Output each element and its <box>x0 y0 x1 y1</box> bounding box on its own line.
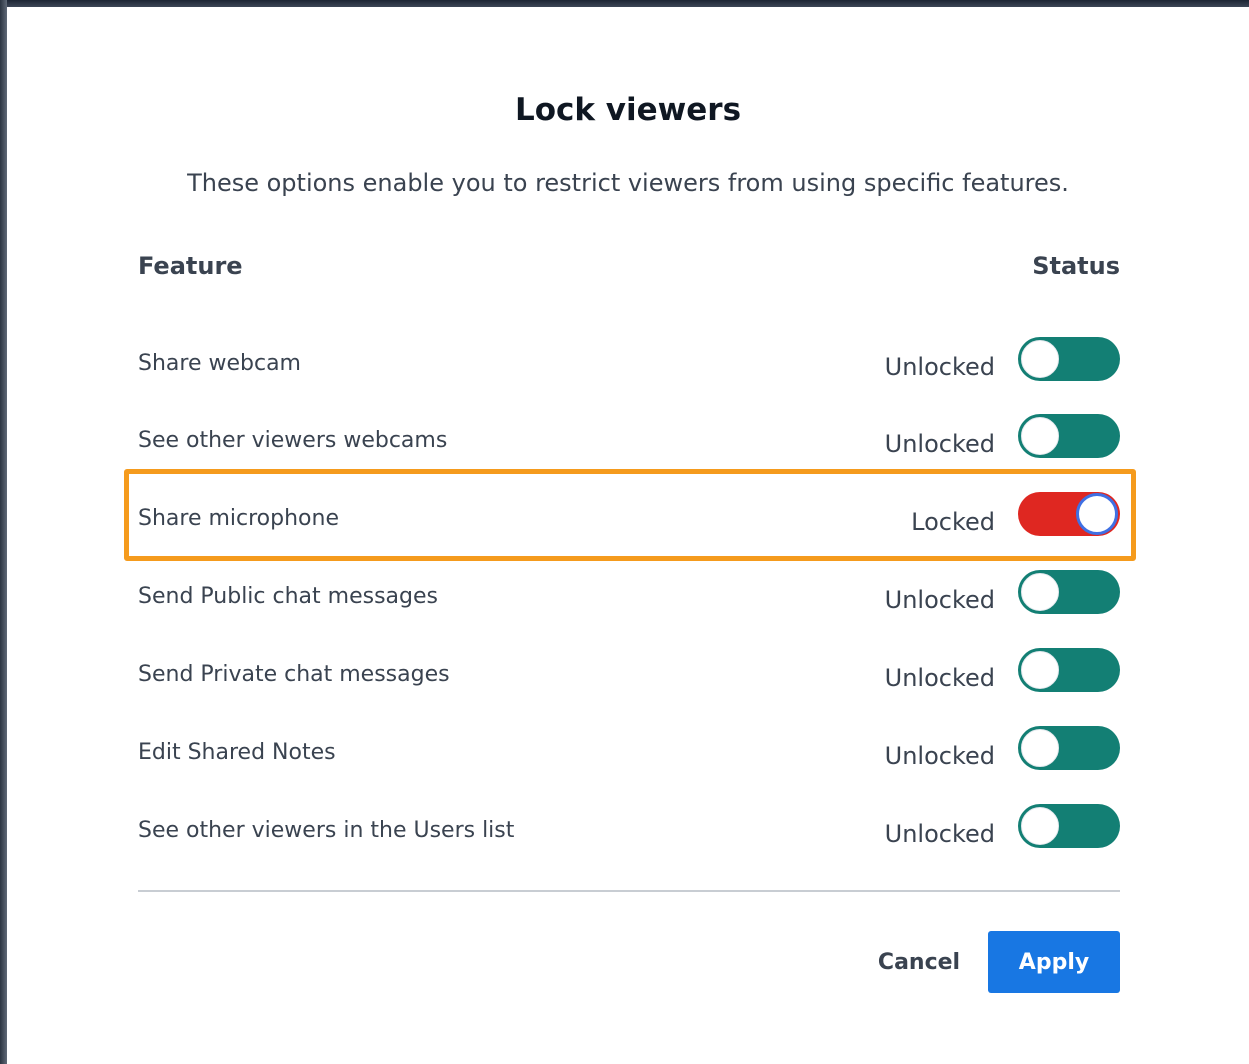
background-edge-top <box>0 0 1249 7</box>
dialog-title: Lock viewers <box>514 92 742 128</box>
send-public-chat-messages-toggle[interactable] <box>1018 570 1120 614</box>
feature-label: See other viewers webcams <box>138 428 448 453</box>
feature-label: Send Private chat messages <box>138 662 450 687</box>
see-other-viewers-webcams-toggle[interactable] <box>1018 414 1120 458</box>
background-edge-left <box>0 0 7 1064</box>
lock-row-edit-shared-notes: Edit Shared Notes Unlocked <box>138 726 1120 796</box>
lock-row-see-other-viewers-in-users-list: See other viewers in the Users list Unlo… <box>138 804 1120 874</box>
feature-label: Share webcam <box>138 351 301 376</box>
status-text: Unlocked <box>884 664 995 692</box>
apply-button[interactable]: Apply <box>988 931 1120 993</box>
status-text: Unlocked <box>884 353 995 381</box>
status-column-header: Status <box>1032 252 1120 280</box>
send-private-chat-messages-toggle[interactable] <box>1018 648 1120 692</box>
lock-viewers-dialog: Lock viewers These options enable you to… <box>7 7 1249 1064</box>
feature-column-header: Feature <box>138 252 243 280</box>
dialog-description: These options enable you to restrict vie… <box>187 169 1069 197</box>
status-text: Unlocked <box>884 586 995 614</box>
toggle-knob <box>1021 807 1059 845</box>
cancel-button[interactable]: Cancel <box>864 931 974 993</box>
lock-row-send-private-chat-messages: Send Private chat messages Unlocked <box>138 648 1120 718</box>
toggle-knob <box>1021 651 1059 689</box>
toggle-knob <box>1021 573 1059 611</box>
edit-shared-notes-toggle[interactable] <box>1018 726 1120 770</box>
see-other-viewers-in-users-list-toggle[interactable] <box>1018 804 1120 848</box>
feature-label: Send Public chat messages <box>138 584 438 609</box>
footer-divider <box>138 890 1120 892</box>
feature-label: See other viewers in the Users list <box>138 818 515 843</box>
lock-row-share-webcam: Share webcam Unlocked <box>138 337 1120 407</box>
status-text: Unlocked <box>884 430 995 458</box>
feature-label: Edit Shared Notes <box>138 740 336 765</box>
status-text: Unlocked <box>884 742 995 770</box>
toggle-knob <box>1021 729 1059 767</box>
screen: Lock viewers These options enable you to… <box>0 0 1249 1064</box>
toggle-knob <box>1021 340 1059 378</box>
toggle-knob <box>1021 417 1059 455</box>
status-text: Unlocked <box>884 820 995 848</box>
share-webcam-toggle[interactable] <box>1018 337 1120 381</box>
highlight-box <box>124 469 1136 561</box>
lock-row-send-public-chat-messages: Send Public chat messages Unlocked <box>138 570 1120 640</box>
